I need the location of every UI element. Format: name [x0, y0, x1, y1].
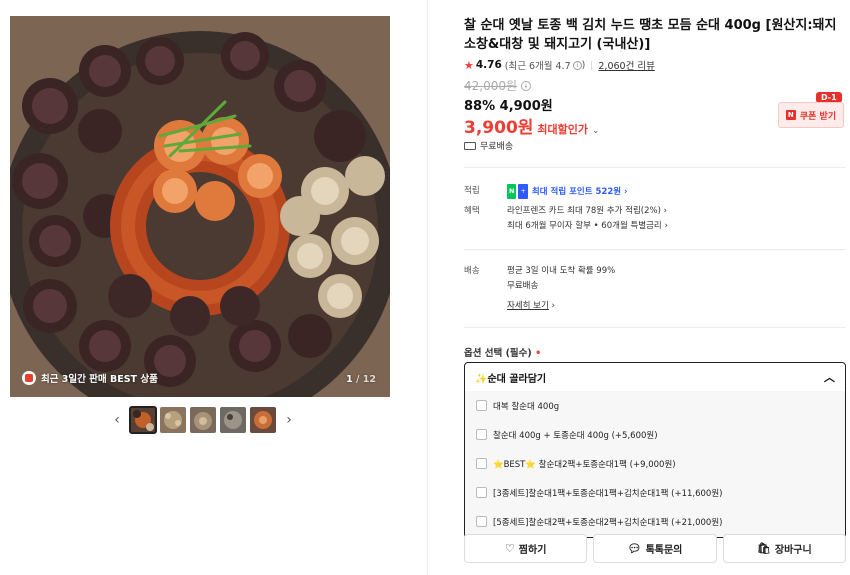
option-item[interactable]: ⭐BEST⭐ 찰순대2팩+토종순대1팩 (+9,000원): [465, 449, 845, 478]
shipping-row: 무료배송: [464, 139, 513, 152]
delivery-eta: 평균 3일 이내 도착 확률 99%: [507, 266, 616, 276]
delivery-fee: 무료배송: [507, 281, 539, 291]
divider: [464, 327, 846, 328]
thumbnail-3[interactable]: [190, 406, 216, 433]
checkbox[interactable]: [476, 429, 487, 440]
naver-pay-icon: N +: [507, 184, 528, 199]
option-item[interactable]: 대복 찰순대 400g: [465, 391, 845, 420]
gallery-panel: 최근 3일간 판매 BEST 상품 1 / 12 ‹ ›: [0, 0, 428, 575]
perks-key: 혜택: [464, 206, 480, 216]
checkbox[interactable]: [476, 400, 487, 411]
delivery-details-link[interactable]: 자세히 보기 ›: [507, 299, 615, 314]
option-item[interactable]: [3종세트]찰순대1팩+토종순대1팩+김치순대1팩 (+11,600원): [465, 478, 845, 507]
points-value: 최대 적립 포인트 522원: [531, 187, 622, 197]
star-icon: ★: [464, 58, 474, 72]
image-counter-current: 1: [346, 374, 353, 385]
option-item[interactable]: 찰순대 400g + 토종순대 400g (+5,600원): [465, 420, 845, 449]
perk-installment-link[interactable]: 최대 6개월 무이자 할부 • 60개월 특별금리 ›: [507, 219, 668, 234]
cart-button-label: 장바구니: [774, 545, 812, 556]
points-key: 적립: [464, 186, 480, 196]
prev-thumbnail-icon[interactable]: ‹: [108, 406, 126, 433]
rating-row: ★ 4.76 (최근 6개월 4.7 i ) 2,060건 리뷰: [464, 58, 655, 73]
shipping-text: 무료배송: [480, 142, 514, 152]
perks-row: 혜택 라인프렌즈 카드 최대 78원 추가 적립(2%) › 최대 6개월 무이…: [464, 204, 668, 234]
thumbnail-strip: ‹ ›: [108, 405, 298, 434]
chevron-down-icon: ⌄: [592, 126, 600, 136]
checkbox[interactable]: [476, 458, 487, 469]
max-discount-label: 최대할인가: [537, 123, 589, 136]
option-label: 옵션 선택 (필수) •: [464, 345, 541, 359]
talk-inquiry-label: 톡톡문의: [645, 545, 683, 556]
cart-button[interactable]: 🛍︎ 장바구니: [722, 534, 846, 563]
perk-card-text: 라인프렌즈 카드 최대 78원 추가 적립(2%): [507, 206, 661, 216]
wish-button-label: 찜하기: [518, 545, 547, 556]
rating-score: 4.76: [475, 59, 502, 71]
best-seller-text: 최근 3일간 판매 BEST 상품: [41, 374, 158, 385]
image-counter-total: / 12: [356, 374, 376, 385]
rating-close: ): [581, 59, 586, 71]
option-list: 대복 찰순대 400g 찰순대 400g + 토종순대 400g (+5,600…: [465, 391, 845, 536]
truck-icon: [464, 141, 476, 150]
divider: [464, 167, 846, 168]
discount-price: 88% 4,900원: [464, 99, 553, 114]
heart-icon: ♡: [504, 542, 515, 555]
option-item-label: 대복 찰순대 400g: [493, 401, 560, 412]
checkbox[interactable]: [476, 516, 487, 527]
main-product-image[interactable]: 최근 3일간 판매 BEST 상품 1 / 12: [10, 16, 390, 397]
option-item-label: 찰순대 400g + 토종순대 400g (+5,600원): [493, 430, 658, 441]
max-discount-price: 3,900원: [464, 118, 534, 138]
thumbnail-4[interactable]: [220, 406, 246, 433]
best-seller-badge: 최근 3일간 판매 BEST 상품: [22, 371, 158, 385]
naver-n-icon: N: [785, 110, 796, 120]
option-selected: ✨순대 골라담기: [475, 373, 547, 385]
wish-button[interactable]: ♡ 찜하기: [464, 534, 588, 563]
product-title: 찰 순대 옛날 토종 백 김치 누드 땡초 모듬 순대 400g [원산지:돼지…: [464, 18, 837, 52]
talk-inquiry-button[interactable]: 💬︎ 톡톡문의: [593, 534, 717, 563]
review-count-link[interactable]: 2,060건 리뷰: [598, 58, 654, 72]
option-item-label: ⭐BEST⭐ 찰순대2팩+토종순대1팩 (+9,000원): [493, 459, 676, 470]
option-dropdown: ✨순대 골라담기 ︿ 대복 찰순대 400g 찰순대 400g + 토종순대 4…: [464, 362, 846, 538]
delivery-row: 배송 평균 3일 이내 도착 확률 99% 무료배송 자세히 보기 ›: [464, 264, 615, 314]
delivery-key: 배송: [464, 266, 480, 276]
rating-recent: (최근 6개월 4.7: [504, 61, 571, 72]
perk-card-link[interactable]: 라인프렌즈 카드 최대 78원 추가 적립(2%) ›: [507, 204, 668, 219]
thumbnail-5[interactable]: [250, 406, 276, 433]
chevron-up-icon: ︿: [824, 371, 835, 384]
divider: [591, 60, 593, 70]
points-row: 적립 N + 최대 적립 포인트 522원 ›: [464, 184, 628, 200]
checkbox[interactable]: [476, 487, 487, 498]
option-item-label: [5종세트]찰순대2팩+토종순대2팩+김치순대1팩 (+21,000원): [493, 517, 723, 528]
original-price: 42,000원: [464, 79, 518, 93]
next-thumbnail-icon[interactable]: ›: [280, 406, 298, 433]
delivery-details-text: 자세히 보기: [507, 301, 549, 311]
chat-bubble-icon: 💬︎: [627, 542, 642, 555]
thumbnail-2[interactable]: [160, 406, 186, 433]
points-value-wrap[interactable]: N + 최대 적립 포인트 522원 ›: [507, 184, 628, 200]
option-item-label: [3종세트]찰순대1팩+토종순대1팩+김치순대1팩 (+11,600원): [493, 488, 723, 499]
price-info-icon[interactable]: i: [521, 80, 532, 91]
fire-badge-icon: [22, 371, 36, 385]
divider: [464, 249, 846, 250]
image-counter: 1 / 12: [346, 374, 376, 385]
sausage-platter-image: [10, 16, 390, 397]
thumbnail-1[interactable]: [129, 405, 157, 434]
action-buttons: ♡ 찜하기 💬︎ 톡톡문의 🛍︎ 장바구니: [464, 534, 846, 563]
original-price-row: 42,000원 i: [464, 77, 532, 94]
option-label-text: 옵션 선택 (필수): [464, 348, 532, 359]
shopping-bag-icon: 🛍︎: [756, 542, 771, 555]
option-dropdown-header[interactable]: ✨순대 골라담기 ︿: [465, 363, 845, 391]
required-mark: •: [535, 348, 542, 359]
info-icon[interactable]: i: [572, 60, 582, 70]
perk-installment-text: 최대 6개월 무이자 할부 • 60개월 특별금리: [507, 221, 662, 231]
option-item[interactable]: [5종세트]찰순대2팩+토종순대2팩+김치순대1팩 (+21,000원): [465, 507, 845, 536]
max-discount-row[interactable]: 3,900원 최대할인가 ⌄: [464, 113, 600, 138]
coupon-button[interactable]: N 쿠폰 받기: [778, 102, 844, 128]
coupon-button-label: 쿠폰 받기: [799, 111, 837, 122]
